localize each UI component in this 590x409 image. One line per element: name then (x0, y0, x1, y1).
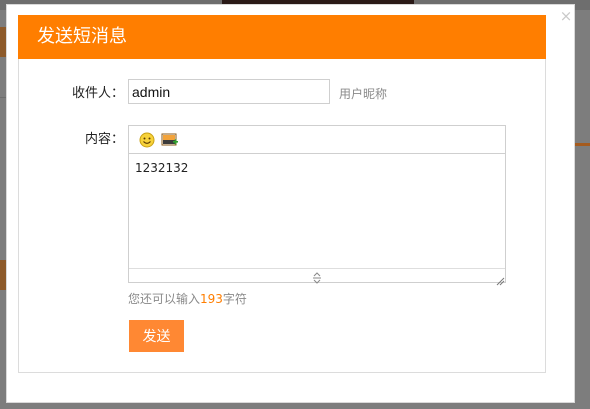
insert-image-icon[interactable] (161, 131, 179, 149)
message-editor[interactable]: 1232132 (128, 125, 506, 286)
corner-resize-icon[interactable] (495, 271, 505, 286)
resize-grip-icon[interactable] (311, 269, 323, 284)
remaining-count: 193 (200, 292, 223, 306)
counter-prefix: 您还可以输入 (128, 292, 201, 306)
recipient-input[interactable] (128, 79, 330, 104)
content-label: 内容： (84, 132, 124, 147)
message-text: 1232132 (135, 161, 189, 175)
recipient-hint: 用户昵称 (339, 87, 388, 101)
background-accent (575, 143, 590, 146)
counter-suffix: 字符 (222, 292, 247, 306)
close-icon[interactable]: × (558, 8, 574, 24)
send-button[interactable]: 发送 (129, 320, 184, 352)
recipient-label: 收件人： (71, 86, 124, 101)
dialog-header: 发送短消息 (18, 15, 546, 59)
smiley-icon[interactable] (138, 131, 156, 149)
dialog-title: 发送短消息 (37, 26, 127, 47)
character-counter: 您还可以输入193字符 (128, 290, 247, 307)
editor-toolbar (129, 126, 505, 154)
